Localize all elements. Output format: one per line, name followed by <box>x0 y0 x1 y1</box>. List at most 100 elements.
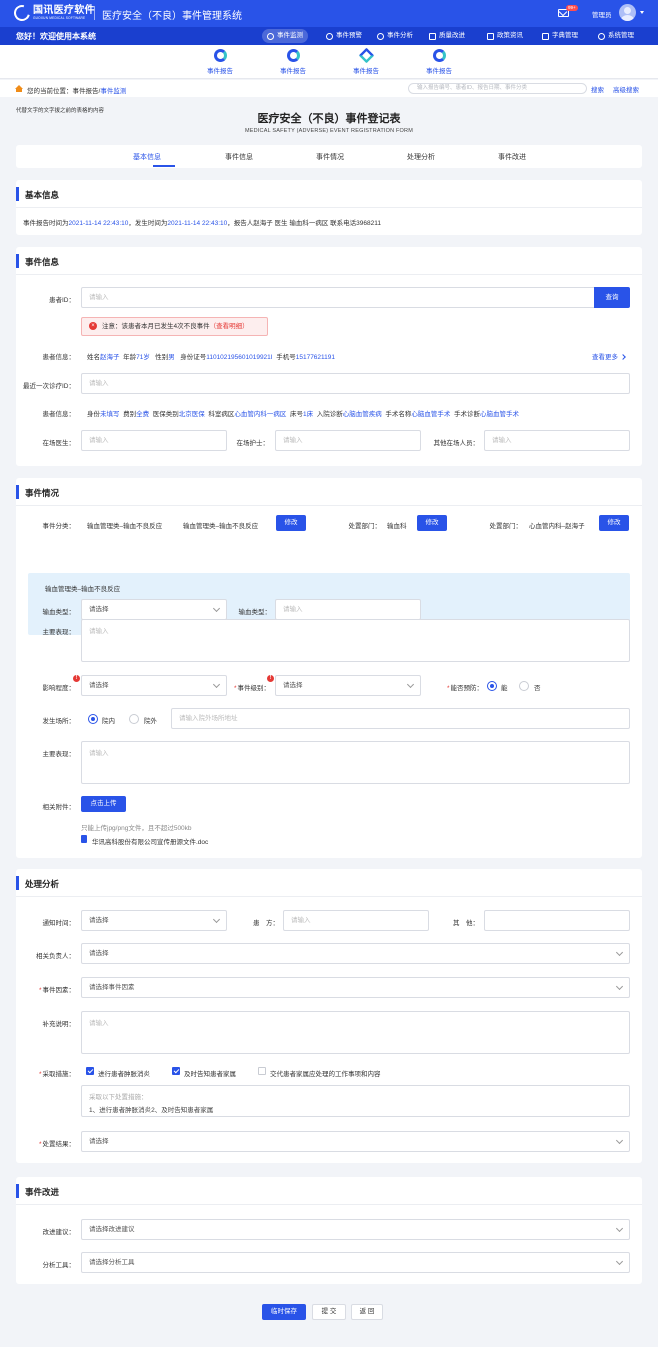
nurse-input[interactable]: 请输入 <box>275 430 421 451</box>
level-select[interactable]: 请选择 <box>275 675 421 696</box>
patient-id-input[interactable]: 请输入 <box>81 287 596 308</box>
tab-event-info[interactable]: 事件信息 <box>225 152 253 162</box>
chevron-right-icon <box>620 354 626 360</box>
search-input[interactable]: 输入报告编号、患者ID、报告日期、事件分类 <box>408 83 587 94</box>
others-input[interactable]: 请输入 <box>484 430 630 451</box>
logo-icon <box>11 2 33 24</box>
notify-time-label: 通知时间： <box>42 920 76 927</box>
avatar[interactable] <box>619 4 636 21</box>
tab-event-situation[interactable]: 事件情况 <box>316 152 344 162</box>
measure-checkbox-2[interactable] <box>172 1067 180 1075</box>
symptom2-label: 主要表现： <box>42 751 76 758</box>
chevron-down-icon[interactable] <box>640 11 644 14</box>
submit-button[interactable]: 提 交 <box>312 1304 346 1320</box>
nav-item-system[interactable]: 系统管理 <box>593 29 639 43</box>
welcome-text: 您好！欢迎使用本系统 <box>16 32 96 41</box>
search-button[interactable]: 搜索 <box>591 84 604 94</box>
nav-item-dictionary[interactable]: 字典管理 <box>537 29 583 43</box>
nav-item-quality[interactable]: 质量改进 <box>424 29 470 43</box>
category-value-2: 输血管理类–输血不良反应 <box>183 523 259 530</box>
prevent-no-radio[interactable] <box>519 681 529 691</box>
warning-icon <box>326 32 333 40</box>
measure-checkbox-1[interactable] <box>86 1067 94 1075</box>
tab-basic-info[interactable]: 基本信息 <box>133 152 161 162</box>
patient-side-label: 患 方： <box>253 920 279 927</box>
symptom-textarea[interactable]: 请输入 <box>81 619 630 662</box>
prevent-yes-label[interactable]: 能 <box>501 682 508 692</box>
attached-file-link[interactable]: 华讯高科股份有限公司宣传册源文件.doc <box>92 836 208 846</box>
nav-item-warning[interactable]: 事件预警 <box>321 29 367 43</box>
subnav-item-report-1[interactable]: 事件报告 <box>198 49 242 75</box>
tab-handling-analysis[interactable]: 处理分析 <box>407 152 435 162</box>
subnav-item-report-2[interactable]: 事件报告 <box>271 49 315 75</box>
basic-info-card: 基本信息 事件报告时间为2021-11-14 22:43:10，发生时间为202… <box>16 180 642 235</box>
measure-option-1[interactable]: 进行患者肿胀消炎 <box>98 1068 150 1078</box>
location-out-label[interactable]: 院外 <box>144 715 157 725</box>
news-icon <box>487 32 494 40</box>
advanced-search-button[interactable]: 高级搜索 <box>613 84 639 94</box>
modify-dept-button[interactable]: 修改 <box>417 515 447 531</box>
panel-title: 输血管理类–输血不良反应 <box>45 586 121 593</box>
occur-time: 2021-11-14 22:43:10 <box>167 220 228 227</box>
measure-option-3[interactable]: 交代患者家属应处理的工作事项和内容 <box>270 1068 381 1078</box>
query-button[interactable]: 查询 <box>594 287 630 308</box>
notify-time-select[interactable]: 请选择 <box>81 910 227 931</box>
basic-info-text: 事件报告时间为2021-11-14 22:43:10，发生时间为2021-11-… <box>23 220 381 227</box>
category-value-1: 输血管理类–输血不良反应 <box>87 523 163 530</box>
upload-button[interactable]: 点击上传 <box>81 796 126 812</box>
suggest-select[interactable]: 请选择改进建议 <box>81 1219 630 1240</box>
note-textarea[interactable]: 请输入 <box>81 1011 630 1054</box>
save-draft-button[interactable]: 临时保存 <box>262 1304 306 1320</box>
factor-label: 事件因素： <box>26 984 76 994</box>
view-more-link[interactable]: 查看更多 <box>592 351 626 361</box>
impact-select[interactable]: 请选择 <box>81 675 227 696</box>
gear-icon <box>598 32 605 40</box>
logo[interactable]: 国讯医疗软件 GUOXUN MEDICAL SOFTWARE <box>11 2 95 24</box>
last-visit-input[interactable]: 请输入 <box>81 373 630 394</box>
dept-value: 输血科 <box>387 523 407 530</box>
tool-select[interactable]: 请选择分析工具 <box>81 1252 630 1273</box>
result-select[interactable]: 请选择 <box>81 1131 630 1152</box>
other-label: 其 他： <box>453 920 479 927</box>
factor-select[interactable]: 请选择事件因素 <box>81 977 630 998</box>
location-in-radio[interactable] <box>88 714 98 724</box>
report-icon <box>286 49 300 62</box>
quality-icon <box>429 32 436 40</box>
patient-side-input[interactable]: 请输入 <box>283 910 429 931</box>
back-button[interactable]: 返 回 <box>351 1304 383 1320</box>
blood-type-select[interactable]: 请选择 <box>81 599 227 620</box>
other-input[interactable] <box>484 910 630 931</box>
subnav-item-report-4[interactable]: 事件报告 <box>417 49 461 75</box>
measure-checkbox-3[interactable] <box>258 1067 266 1075</box>
nav-item-analysis[interactable]: 事件分析 <box>372 29 418 43</box>
handling-analysis-card: 处理分析 通知时间： 请选择 患 方： 请输入 其 他： 相关负责人： 请选择 … <box>16 869 642 1163</box>
blood-type2-input[interactable]: 请输入 <box>275 599 421 620</box>
nurse-label: 在场护士： <box>236 440 270 447</box>
symptom2-textarea[interactable]: 请输入 <box>81 741 630 784</box>
tab-event-improve[interactable]: 事件改进 <box>498 152 526 162</box>
nav-item-monitor[interactable]: 事件监测 <box>262 29 308 43</box>
last-visit-label: 最近一次诊疗ID： <box>23 383 75 390</box>
warning-icon: ! <box>267 675 274 682</box>
symptom-label: 主要表现： <box>42 629 76 636</box>
modify-category-button[interactable]: 修改 <box>276 515 306 531</box>
location-in-label[interactable]: 院内 <box>102 715 115 725</box>
alert-detail-link[interactable]: （查看明细） <box>210 323 249 330</box>
location-out-radio[interactable] <box>129 714 139 724</box>
measure-textarea[interactable]: 采取以下处置措施： 1、进行患者肿胀消炎2、及时告知患者家属 <box>81 1085 630 1117</box>
doctor-input[interactable]: 请输入 <box>81 430 227 451</box>
modify-dept2-button[interactable]: 修改 <box>599 515 629 531</box>
prevent-no-label[interactable]: 否 <box>534 682 541 692</box>
nav-item-news[interactable]: 政策资讯 <box>482 29 528 43</box>
owner-select[interactable]: 请选择 <box>81 943 630 964</box>
prevent-yes-radio[interactable] <box>487 681 497 691</box>
section-title-improve: 事件改进 <box>25 1187 60 1197</box>
breadcrumb-parent[interactable]: 事件报告 <box>73 88 99 95</box>
dept2-label: 处置部门： <box>489 523 523 530</box>
measure-option-2[interactable]: 及时告知患者家属 <box>184 1068 236 1078</box>
subnav-item-report-3[interactable]: 事件报告 <box>344 47 388 75</box>
event-improve-card: 事件改进 改进建议： 请选择改进建议 分析工具： 请选择分析工具 <box>16 1177 642 1284</box>
location-address-input[interactable]: 请输入院外场所地址 <box>171 708 630 729</box>
user-name[interactable]: 管理员 <box>592 9 612 19</box>
event-info-card: 事件信息 患者ID： 请输入 查询 × 注意：该患者本月已发生4次不良事件（查看… <box>16 247 642 466</box>
